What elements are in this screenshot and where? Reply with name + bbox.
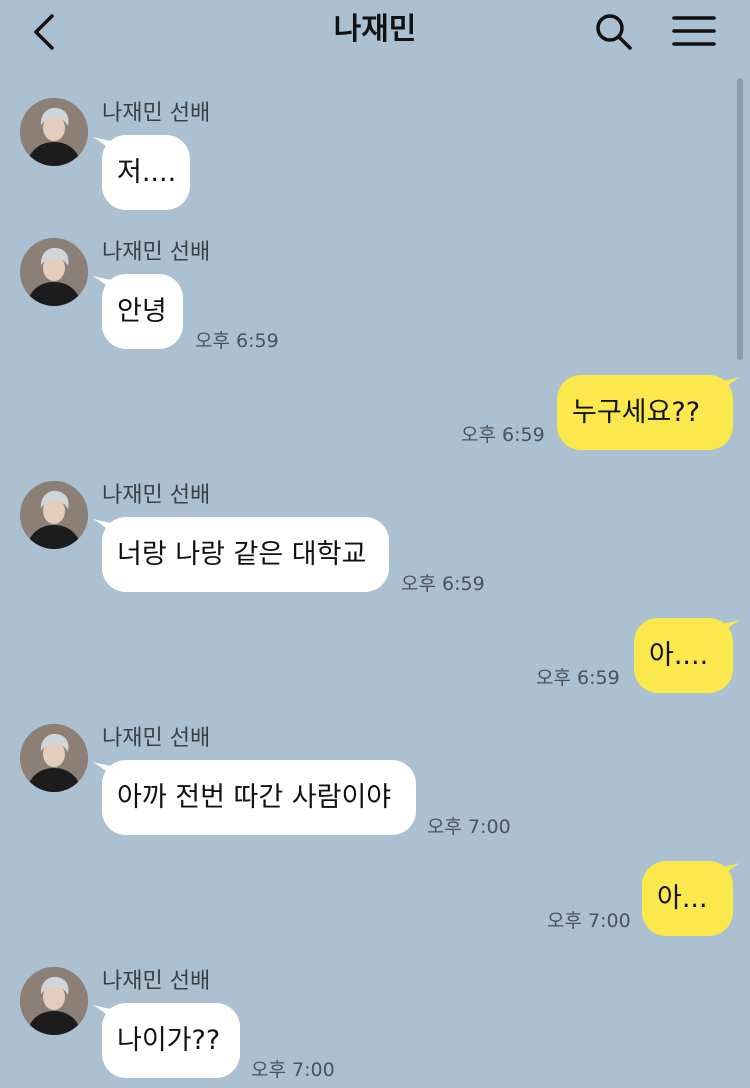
message-time: 오후 7:00 bbox=[547, 910, 631, 932]
message-text: 아까 전번 따간 사람이야 bbox=[117, 782, 392, 813]
message-bubble-incoming[interactable]: 너랑 나랑 같은 대학교 bbox=[102, 517, 389, 592]
menu-button[interactable] bbox=[668, 8, 720, 56]
message-time: 오후 6:59 bbox=[195, 330, 279, 352]
sender-name: 나재민 선배 bbox=[102, 101, 211, 126]
message-time: 오후 7:00 bbox=[251, 1059, 335, 1081]
message-time: 오후 6:59 bbox=[461, 424, 545, 446]
profile-photo bbox=[20, 481, 88, 549]
message-bubble-incoming[interactable]: 나이가?? bbox=[102, 1003, 240, 1078]
message-bubble-incoming[interactable]: 아까 전번 따간 사람이야 bbox=[102, 760, 416, 835]
hamburger-menu-icon bbox=[672, 16, 716, 46]
message-bubble-incoming[interactable]: 안녕 bbox=[102, 274, 183, 349]
chevron-left-icon bbox=[34, 14, 54, 50]
message-text: 안녕 bbox=[117, 296, 167, 327]
avatar[interactable] bbox=[20, 238, 88, 306]
message-text: 나이가?? bbox=[117, 1025, 221, 1056]
sender-name: 나재민 선배 bbox=[102, 240, 211, 265]
profile-photo bbox=[20, 724, 88, 792]
message-text: 아... bbox=[657, 883, 708, 914]
bubble-tail bbox=[718, 377, 740, 395]
message-bubble-incoming[interactable]: 저.... bbox=[102, 135, 190, 210]
search-button[interactable] bbox=[590, 8, 638, 56]
sender-name: 나재민 선배 bbox=[102, 726, 211, 751]
message-text: 너랑 나랑 같은 대학교 bbox=[117, 539, 367, 570]
message-bubble-outgoing[interactable]: 누구세요?? bbox=[557, 375, 733, 450]
profile-photo bbox=[20, 967, 88, 1035]
avatar[interactable] bbox=[20, 481, 88, 549]
profile-photo bbox=[20, 238, 88, 306]
avatar[interactable] bbox=[20, 967, 88, 1035]
search-icon bbox=[596, 14, 632, 50]
message-text: 저.... bbox=[117, 157, 177, 188]
profile-photo bbox=[20, 98, 88, 166]
bubble-tail bbox=[718, 863, 740, 881]
message-time: 오후 6:59 bbox=[401, 573, 485, 595]
sender-name: 나재민 선배 bbox=[102, 969, 211, 994]
message-time: 오후 7:00 bbox=[427, 816, 511, 838]
avatar[interactable] bbox=[20, 98, 88, 166]
chat-header: 나재민 bbox=[0, 0, 750, 64]
scrollbar[interactable] bbox=[737, 78, 743, 360]
bubble-tail bbox=[718, 620, 740, 638]
message-text: 아.... bbox=[649, 640, 709, 671]
back-button[interactable] bbox=[26, 10, 66, 54]
message-text: 누구세요?? bbox=[572, 397, 701, 428]
avatar[interactable] bbox=[20, 724, 88, 792]
sender-name: 나재민 선배 bbox=[102, 483, 211, 508]
message-time: 오후 6:59 bbox=[536, 667, 620, 689]
